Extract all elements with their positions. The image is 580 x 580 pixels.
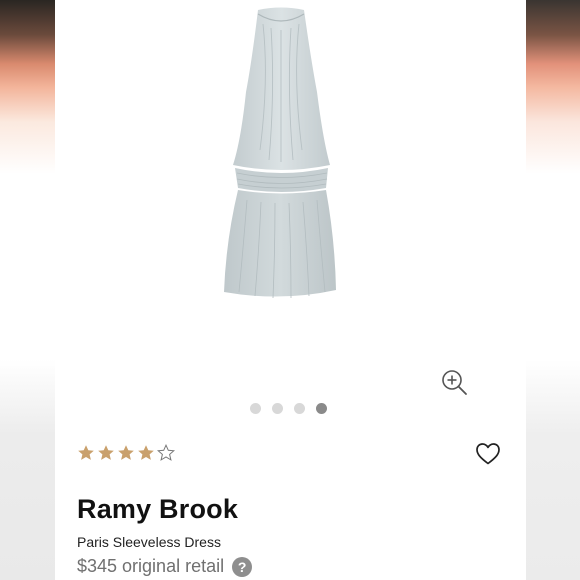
product-card: Ramy Brook Paris Sleeveless Dress $345 o… bbox=[55, 0, 526, 580]
price-row: $345 original retail ? bbox=[77, 556, 253, 577]
star-filled-icon bbox=[118, 445, 134, 460]
image-carousel-dots bbox=[250, 403, 327, 415]
question-circle-icon[interactable]: ? bbox=[232, 556, 253, 577]
star-filled-icon bbox=[78, 445, 94, 460]
heart-outline-icon[interactable] bbox=[475, 442, 501, 466]
rating-stars bbox=[77, 444, 175, 462]
star-filled-icon bbox=[98, 445, 114, 460]
carousel-dot[interactable] bbox=[294, 403, 305, 414]
carousel-dot[interactable] bbox=[272, 403, 283, 414]
zoom-in-icon[interactable] bbox=[440, 368, 468, 396]
product-model: Paris Sleeveless Dress bbox=[77, 534, 221, 550]
original-retail-price: $345 original retail bbox=[77, 556, 225, 576]
star-empty-icon bbox=[157, 444, 175, 461]
carousel-dot[interactable] bbox=[316, 403, 327, 414]
product-image[interactable] bbox=[55, 0, 526, 350]
carousel-dot[interactable] bbox=[250, 403, 261, 414]
background-photo-left bbox=[0, 0, 55, 580]
background-photo-right bbox=[526, 0, 580, 580]
star-filled-icon bbox=[138, 445, 154, 460]
brand-name[interactable]: Ramy Brook bbox=[77, 494, 238, 525]
